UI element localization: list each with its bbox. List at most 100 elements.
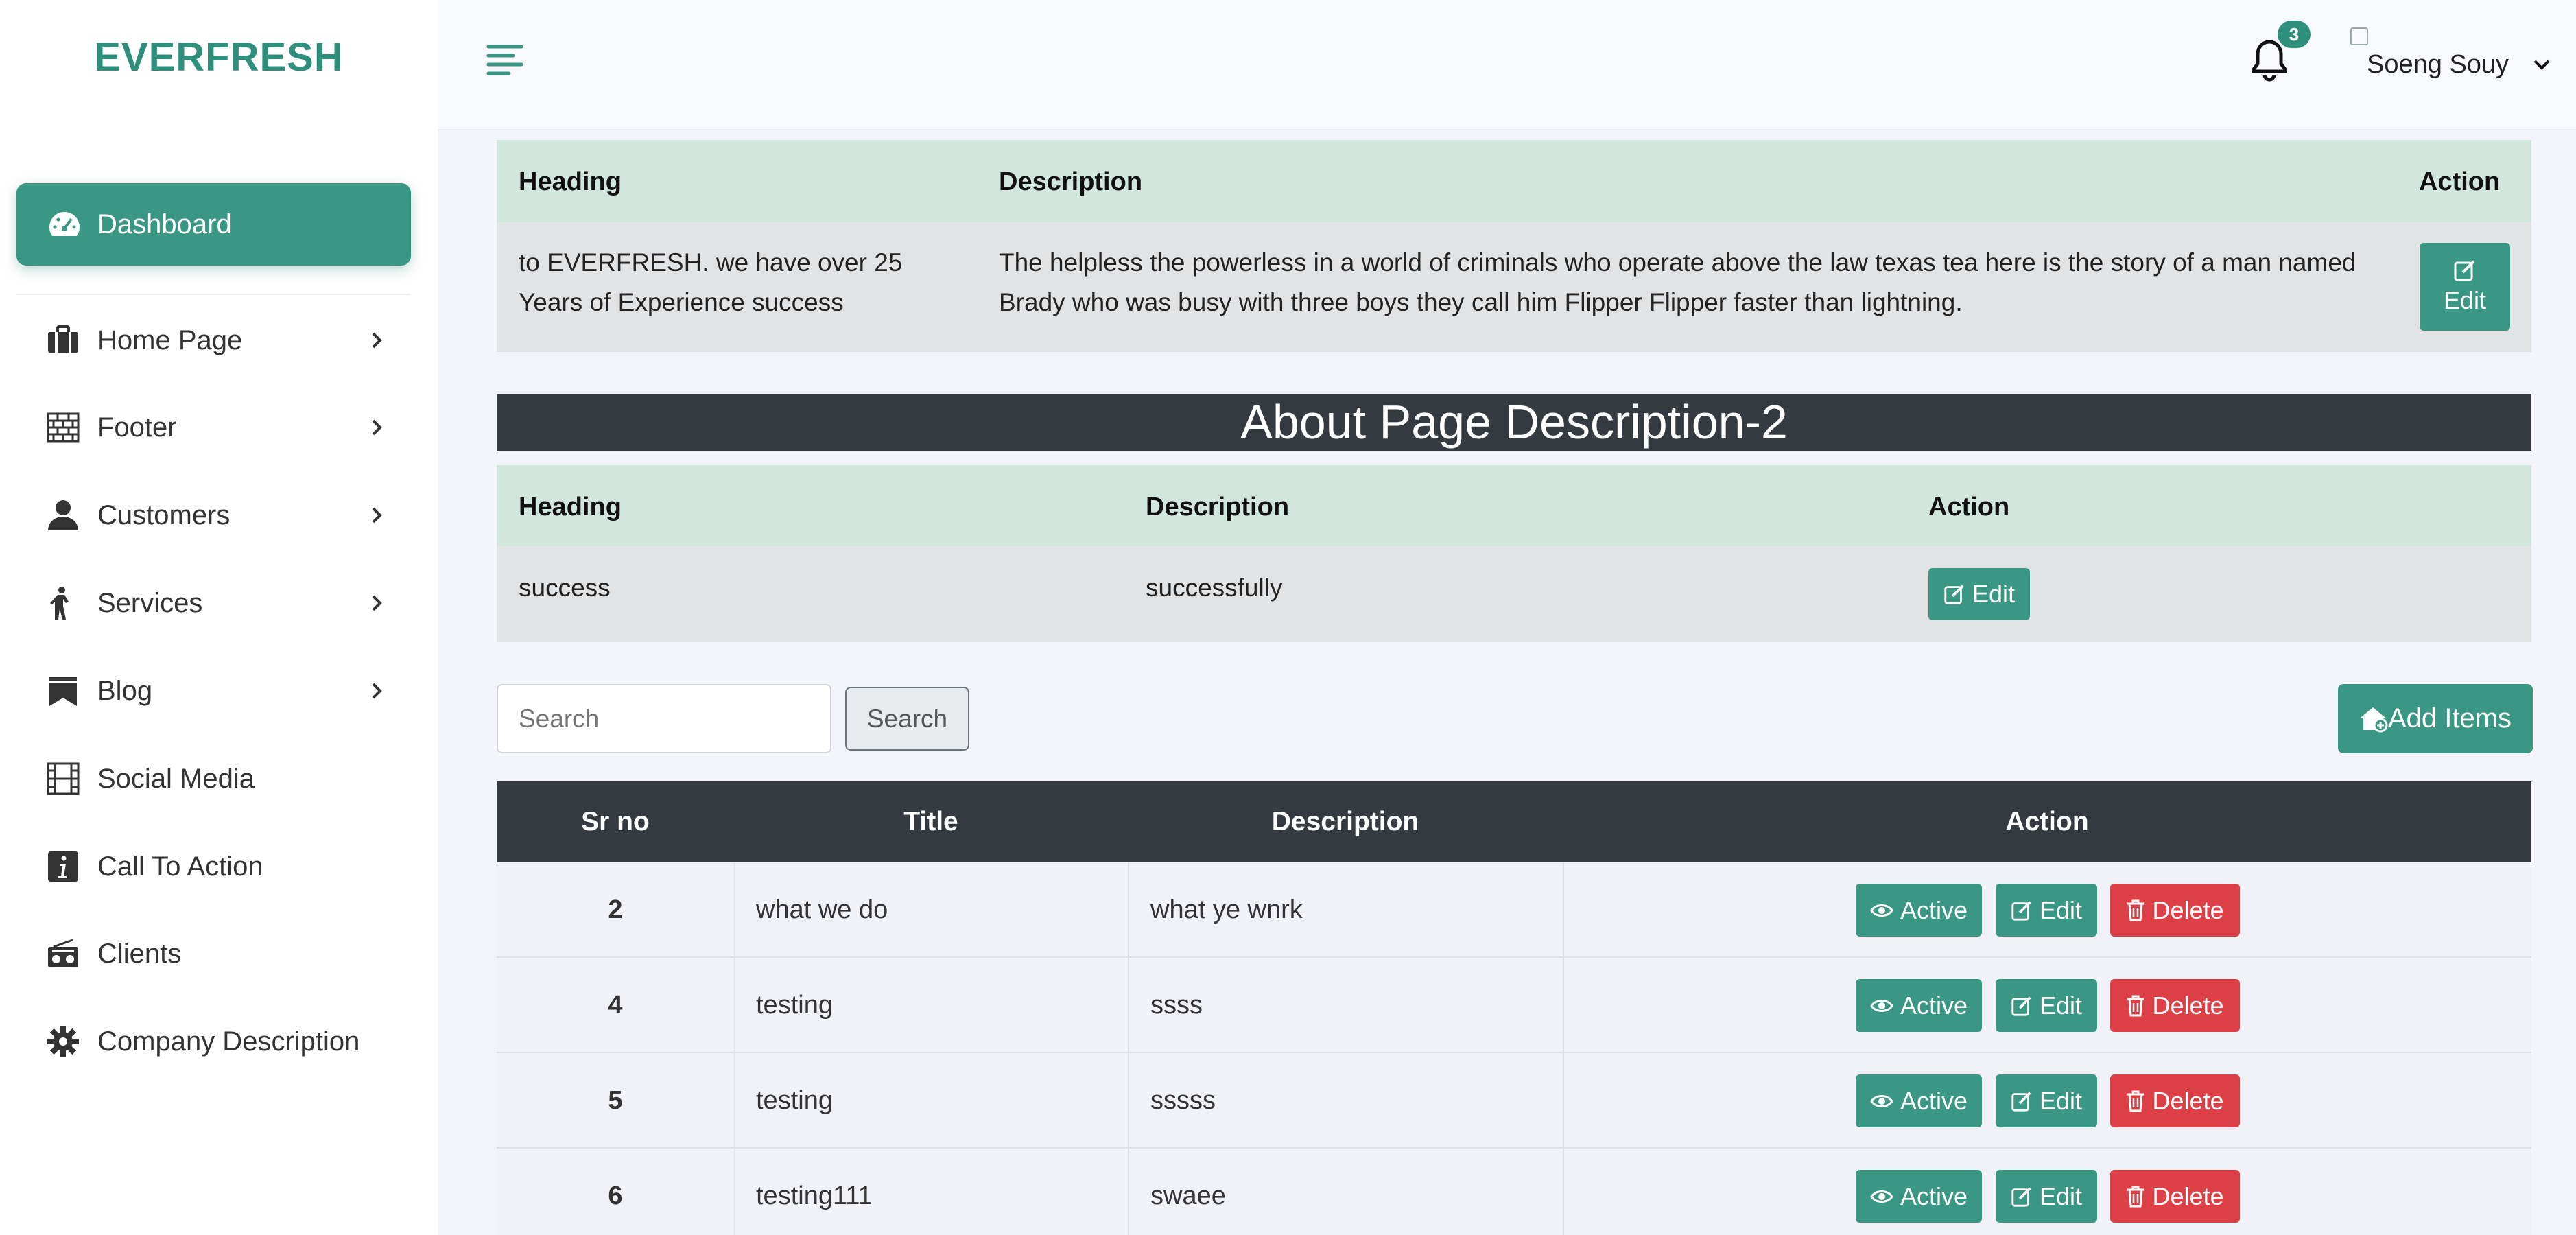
delete-button[interactable]: Delete	[2110, 1074, 2240, 1127]
delete-label: Delete	[2152, 991, 2224, 1020]
cell-title: testing	[756, 1086, 833, 1115]
edit-label: Edit	[2039, 991, 2083, 1020]
table-row: 4 testing ssss Active Edit Delete	[497, 958, 2531, 1053]
edit-label: Edit	[2039, 895, 2083, 924]
house-add-icon	[2360, 707, 2388, 732]
edit-icon	[2011, 1186, 2031, 1207]
edit-button[interactable]: Edit	[1996, 884, 2097, 937]
sidebar-item-clients[interactable]: Clients	[0, 923, 438, 985]
column-header-heading: Heading	[519, 493, 622, 521]
table-header: Heading Description Action	[497, 140, 2531, 222]
add-items-button[interactable]: Add Items	[2338, 684, 2533, 753]
edit-icon	[1944, 585, 1964, 604]
section-title: About Page Description-2	[497, 394, 2531, 451]
cell-description: successfully	[1146, 574, 1283, 602]
chevron-right-icon	[372, 683, 382, 699]
sidebar-item-company-description[interactable]: Company Description	[0, 1011, 438, 1072]
edit-button[interactable]: Edit	[1996, 979, 2097, 1032]
trash-icon	[2127, 899, 2144, 921]
delete-label: Delete	[2152, 895, 2224, 924]
sidebar-item-dashboard[interactable]: Dashboard	[16, 183, 411, 266]
menu-toggle-icon[interactable]	[486, 43, 524, 77]
table-row: 6 testing111 swaee Active Edit Delete	[497, 1149, 2531, 1235]
sidebar-item-label: Dashboard	[97, 209, 232, 239]
sidebar-item-services[interactable]: Services	[0, 572, 438, 634]
column-header-description: Description	[1146, 493, 1290, 521]
edit-button[interactable]: Edit	[1996, 1170, 2097, 1223]
active-button[interactable]: Active	[1856, 884, 1982, 937]
sidebar-item-social-media[interactable]: Social Media	[0, 748, 438, 810]
items-table: Sr no Title Description Action 2 what we…	[497, 781, 2531, 1235]
eye-icon	[1870, 1094, 1893, 1107]
sidebar-item-label: Home Page	[97, 325, 243, 355]
radio-icon	[48, 939, 78, 967]
edit-icon	[2011, 996, 2031, 1016]
delete-button[interactable]: Delete	[2110, 884, 2240, 937]
column-header-action: Action	[2005, 807, 2089, 836]
film-icon	[47, 762, 80, 795]
cell-sr-no: 5	[608, 1086, 623, 1115]
eye-icon	[1870, 999, 1893, 1012]
sidebar-item-blog[interactable]: Blog	[0, 660, 438, 722]
column-header-sr-no: Sr no	[581, 807, 650, 836]
delete-label: Delete	[2152, 1181, 2224, 1210]
search-button[interactable]: Search	[845, 687, 969, 751]
active-button[interactable]: Active	[1856, 1074, 1982, 1127]
brand-logo[interactable]: EVERFRESH	[0, 34, 438, 80]
cell-sr-no: 6	[608, 1181, 623, 1210]
cell-description: what ye wnrk	[1150, 895, 1303, 924]
cell-heading: to EVERFRESH. we have over 25 Years of E…	[519, 248, 903, 316]
cell-title: what we do	[756, 895, 888, 924]
chevron-down-icon[interactable]	[2531, 55, 2552, 75]
edit-button[interactable]: Edit	[1928, 568, 2030, 620]
avatar[interactable]	[2350, 27, 2368, 45]
active-label: Active	[1900, 1086, 1968, 1115]
delete-button[interactable]: Delete	[2110, 1170, 2240, 1223]
sidebar-item-home-page[interactable]: Home Page	[0, 309, 438, 371]
cell-title: testing	[756, 991, 833, 1020]
cell-heading: success	[519, 574, 611, 602]
person-walking-icon	[50, 587, 69, 620]
sidebar-item-footer[interactable]: Footer	[0, 397, 438, 458]
chevron-right-icon	[372, 507, 382, 524]
table-row: success successfully Edit	[497, 546, 2531, 642]
topbar: 3 Soeng Souy	[438, 0, 2576, 130]
trash-icon	[2127, 1090, 2144, 1112]
sidebar-item-label: Customers	[97, 499, 231, 530]
eye-icon	[1870, 1190, 1893, 1203]
cell-sr-no: 4	[608, 991, 623, 1020]
user-icon	[48, 500, 78, 530]
table-header: Sr no Title Description Action	[497, 781, 2531, 862]
column-header-heading: Heading	[519, 167, 622, 196]
cell-description: swaee	[1150, 1181, 1226, 1210]
table-row: to EVERFRESH. we have over 25 Years of E…	[497, 222, 2531, 352]
notification-badge: 3	[2278, 21, 2311, 48]
table-row: 2 what we do what ye wnrk Active Edit De…	[497, 862, 2531, 958]
edit-label: Edit	[2039, 1181, 2083, 1210]
chevron-right-icon	[372, 332, 382, 349]
sidebar-item-label: Clients	[97, 938, 182, 969]
sidebar-item-call-to-action[interactable]: Call To Action	[0, 836, 438, 897]
cell-sr-no: 2	[608, 895, 623, 924]
sidebar-item-customers[interactable]: Customers	[0, 484, 438, 546]
cell-title: testing111	[756, 1181, 873, 1210]
column-header-action: Action	[1928, 493, 2010, 521]
bookmark-icon	[49, 677, 77, 706]
edit-label: Edit	[1972, 580, 2016, 608]
edit-button[interactable]: Edit	[1996, 1074, 2097, 1127]
table-row: 5 testing sssss Active Edit Delete	[497, 1053, 2531, 1149]
active-button[interactable]: Active	[1856, 979, 1982, 1032]
about-table-2: Heading Description Action success succe…	[497, 465, 2531, 642]
edit-button[interactable]: Edit	[2420, 243, 2510, 331]
sidebar-item-label: Company Description	[97, 1026, 360, 1057]
cell-description: sssss	[1150, 1086, 1216, 1115]
active-label: Active	[1900, 991, 1968, 1020]
delete-button[interactable]: Delete	[2110, 979, 2240, 1032]
search-input[interactable]	[497, 684, 831, 753]
user-name[interactable]: Soeng Souy	[2367, 50, 2509, 80]
active-label: Active	[1900, 895, 1968, 924]
about-table-1: Heading Description Action to EVERFRESH.…	[497, 140, 2531, 352]
gear-icon	[47, 1026, 79, 1057]
edit-icon	[2011, 900, 2031, 921]
active-button[interactable]: Active	[1856, 1170, 1982, 1223]
